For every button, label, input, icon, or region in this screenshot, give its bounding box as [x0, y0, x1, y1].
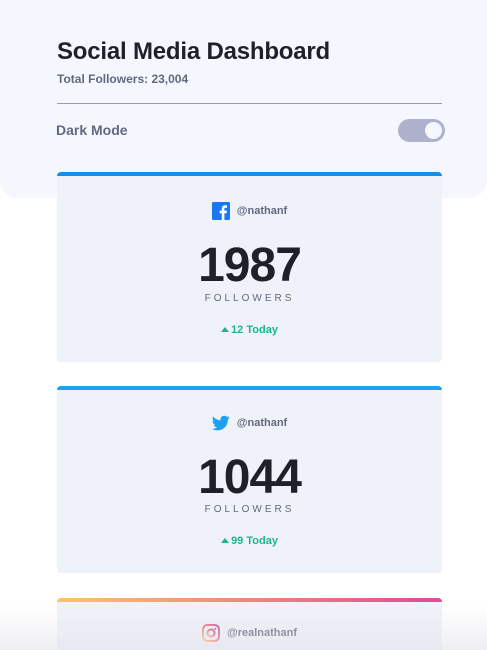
card-handle-row: @nathanf [57, 202, 442, 220]
twitter-icon [211, 414, 230, 432]
facebook-card[interactable]: @nathanf 1987 FOLLOWERS 12 Today [57, 172, 442, 362]
instagram-icon [202, 624, 220, 642]
header: Social Media Dashboard Total Followers: … [57, 38, 442, 86]
card-handle-row: @nathanf [57, 414, 442, 432]
toggle-knob [425, 122, 442, 139]
followers-label: FOLLOWERS [204, 293, 295, 304]
card-accent-bar [57, 598, 442, 602]
page-title: Social Media Dashboard [57, 38, 331, 65]
total-followers: Total Followers: 23,004 [57, 72, 189, 86]
card-handle-row: @realnathanf [57, 624, 442, 642]
dashboard-page: Social Media Dashboard Total Followers: … [0, 0, 487, 650]
header-divider [57, 103, 442, 104]
card-handle: @nathanf [236, 205, 288, 217]
followers-label: FOLLOWERS [204, 504, 295, 515]
follower-count: 1044 [198, 451, 302, 504]
today-change-text: 99 Today [231, 535, 278, 547]
today-change: 12 Today [57, 324, 442, 336]
follower-count: 1987 [198, 239, 302, 292]
arrow-up-icon [221, 327, 230, 332]
today-change: 99 Today [57, 535, 442, 547]
arrow-up-icon [221, 538, 230, 543]
twitter-card[interactable]: @nathanf 1044 FOLLOWERS 99 Today [57, 386, 442, 573]
card-accent-bar [57, 386, 442, 390]
card-handle: @nathanf [236, 417, 288, 429]
dark-mode-label: Dark Mode [56, 122, 128, 138]
card-handle: @realnathanf [226, 627, 298, 639]
today-change-text: 12 Today [231, 324, 278, 336]
facebook-icon [211, 202, 230, 220]
dark-mode-toggle[interactable] [398, 119, 445, 142]
instagram-card[interactable]: @realnathanf [57, 598, 442, 650]
header-background [0, 0, 487, 198]
card-accent-bar [57, 172, 442, 176]
